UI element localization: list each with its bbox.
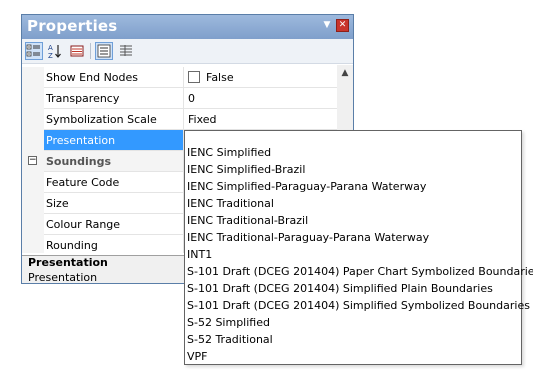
category-label: Soundings bbox=[44, 151, 184, 172]
dropdown-option[interactable]: VPF bbox=[187, 348, 208, 365]
dropdown-option[interactable]: IENC Traditional bbox=[187, 195, 274, 212]
property-value[interactable]: Fixed bbox=[184, 109, 337, 130]
property-pages-icon[interactable] bbox=[68, 42, 86, 60]
dropdown-option[interactable]: S-101 Draft (DCEG 201404) Paper Chart Sy… bbox=[187, 263, 533, 280]
property-label: Symbolization Scale bbox=[44, 109, 184, 130]
property-label: Transparency bbox=[44, 88, 184, 109]
row-margin bbox=[22, 214, 44, 235]
dropdown-option[interactable]: IENC Traditional-Paraguay-Parana Waterwa… bbox=[187, 229, 429, 246]
dropdown-option[interactable]: INT1 bbox=[187, 246, 212, 263]
dropdown-option[interactable]: S-52 Simplified bbox=[187, 314, 270, 331]
close-icon[interactable]: ✕ bbox=[336, 19, 349, 32]
property-label: Presentation bbox=[44, 130, 184, 151]
alphabetical-sort-icon[interactable]: A Z bbox=[46, 42, 64, 60]
checkbox-value: False bbox=[206, 71, 234, 84]
row-margin bbox=[22, 88, 44, 109]
property-label: Colour Range bbox=[44, 214, 184, 235]
dropdown-option[interactable]: S-101 Draft (DCEG 201404) Simplified Sym… bbox=[187, 297, 530, 314]
row-margin bbox=[22, 67, 44, 88]
toolbar: A Z bbox=[22, 39, 353, 64]
svg-text:A: A bbox=[48, 44, 53, 52]
checkbox[interactable] bbox=[188, 71, 200, 83]
property-label: Size bbox=[44, 193, 184, 214]
row-margin: − bbox=[22, 151, 44, 172]
row-margin bbox=[22, 193, 44, 214]
pin-dropdown-icon[interactable]: ▼ bbox=[321, 19, 333, 31]
window-title: Properties bbox=[27, 17, 118, 35]
categorized-icon[interactable] bbox=[25, 42, 43, 60]
dropdown-option[interactable]: IENC Traditional-Brazil bbox=[187, 212, 308, 229]
dropdown-option[interactable]: S-52 Traditional bbox=[187, 331, 273, 348]
description-text: Presentation bbox=[28, 271, 98, 283]
toolbar-separator bbox=[90, 43, 91, 59]
property-label: Feature Code bbox=[44, 172, 184, 193]
row-margin bbox=[22, 130, 44, 151]
property-value[interactable]: False bbox=[184, 67, 337, 88]
presentation-dropdown-list[interactable]: IENC Simplified IENC Simplified-Brazil I… bbox=[184, 130, 533, 365]
collapse-icon[interactable]: − bbox=[28, 156, 37, 165]
title-bar[interactable]: Properties ▼ ✕ bbox=[22, 15, 353, 39]
dropdown-option[interactable]: IENC Simplified-Brazil bbox=[187, 161, 305, 178]
row-margin bbox=[22, 235, 44, 253]
property-value[interactable]: 0 bbox=[184, 88, 337, 109]
list-view-icon[interactable] bbox=[95, 42, 113, 60]
dropdown-option[interactable]: S-101 Draft (DCEG 201404) Simplified Pla… bbox=[187, 280, 493, 297]
row-margin bbox=[22, 172, 44, 193]
dropdown-option[interactable]: IENC Simplified-Paraguay-Parana Waterway bbox=[187, 178, 426, 195]
property-row-show-end-nodes[interactable]: Show End Nodes False bbox=[22, 67, 337, 88]
property-row-symbolization-scale[interactable]: Symbolization Scale Fixed bbox=[22, 109, 337, 130]
row-margin bbox=[22, 109, 44, 130]
dropdown-option[interactable]: IENC Simplified bbox=[187, 144, 271, 161]
property-row-transparency[interactable]: Transparency 0 bbox=[22, 88, 337, 109]
property-label: Show End Nodes bbox=[44, 67, 184, 88]
property-label: Rounding bbox=[44, 235, 184, 253]
details-view-icon[interactable] bbox=[117, 42, 135, 60]
svg-text:Z: Z bbox=[48, 52, 53, 59]
description-heading: Presentation bbox=[28, 256, 108, 269]
scroll-up-icon[interactable]: ▲ bbox=[337, 65, 353, 81]
